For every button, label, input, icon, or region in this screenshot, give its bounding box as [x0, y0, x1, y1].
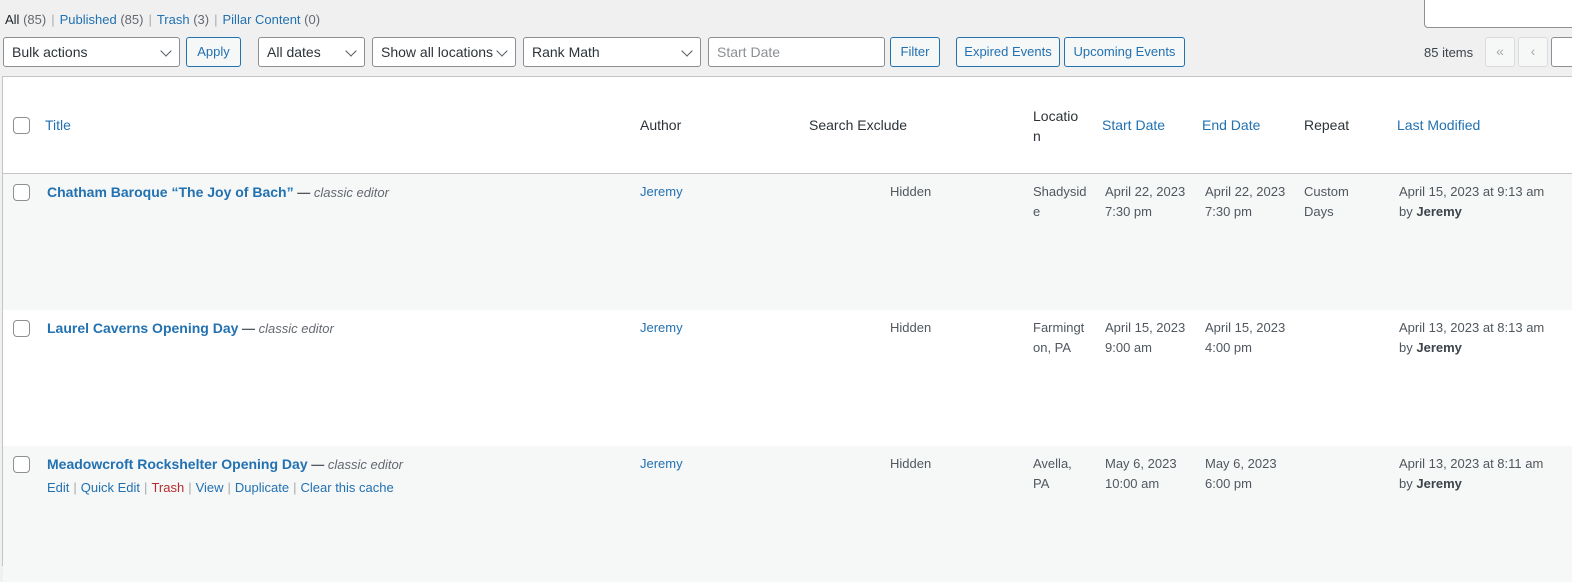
separator: | [51, 12, 55, 27]
start-date-input[interactable]: Start Date [708, 37, 885, 67]
row-repeat: Custom Days [1304, 184, 1349, 219]
dates-select[interactable]: All dates [258, 37, 365, 67]
items-count: 85 items [1424, 45, 1474, 60]
row-checkbox[interactable] [13, 184, 30, 201]
row-location: Shadysid e [1033, 184, 1087, 219]
row-title-cell: Laurel Caverns Opening Day — classic edi… [47, 320, 334, 336]
expired-events-button[interactable]: Expired Events [956, 37, 1060, 67]
row-end-date: April 22, 2023 7:30 pm [1205, 184, 1286, 219]
select-all-checkbox[interactable] [13, 117, 30, 134]
upcoming-events-button[interactable]: Upcoming Events [1064, 37, 1185, 67]
table-row: Meadowcroft Rockshelter Opening Day — cl… [3, 446, 1572, 582]
apply-button[interactable]: Apply [186, 37, 241, 67]
separator: | [148, 12, 152, 27]
row-author-link[interactable]: Jeremy [640, 318, 683, 338]
column-end-date[interactable]: End Date [1202, 115, 1260, 135]
table-header: Title Author Search Exclude Locatio n Sta… [3, 77, 1572, 174]
prev-page-button: ‹ [1518, 37, 1548, 67]
filter-published[interactable]: Published (85) [60, 12, 144, 27]
row-actions: Edit | Quick Edit | Trash | View | Duplicate | Cle… [47, 480, 394, 495]
locations-select[interactable]: Show all locations [372, 37, 516, 67]
separator: | [214, 12, 218, 27]
row-checkbox[interactable] [13, 456, 30, 473]
row-location: Avella, PA [1033, 456, 1072, 491]
page-number-input[interactable] [1551, 37, 1572, 67]
events-table: Title Author Search Exclude Locatio n Sta… [2, 76, 1572, 582]
clear-cache-link[interactable]: Clear this cache [301, 480, 394, 495]
seo-filter-select[interactable]: Rank Math [523, 37, 701, 67]
post-state: classic editor [327, 457, 403, 472]
row-title-cell: Meadowcroft Rockshelter Opening Day — cl… [47, 456, 403, 472]
row-start-date: April 15, 2023 9:00 am [1105, 320, 1186, 355]
chevron-down-icon [160, 45, 172, 57]
view-link[interactable]: View [196, 480, 224, 495]
column-author: Author [640, 117, 682, 133]
row-author-link[interactable]: Jeremy [640, 182, 683, 202]
filter-all[interactable]: All (85) [5, 12, 46, 27]
row-last-modified: April 13, 2023 at 8:13 am by Jeremy [1399, 320, 1545, 355]
row-author-link[interactable]: Jeremy [640, 454, 683, 474]
row-search-exclude: Hidden [890, 320, 932, 335]
table-row: Chatham Baroque “The Joy of Bach” — clas… [3, 174, 1572, 310]
row-location: Farmingt on, PA [1033, 320, 1085, 355]
post-state: classic editor [258, 321, 334, 336]
row-title-link[interactable]: Laurel Caverns Opening Day [47, 320, 238, 336]
table-row: Laurel Caverns Opening Day — classic edi… [3, 310, 1572, 446]
search-input[interactable] [1424, 0, 1572, 28]
post-state: classic editor [313, 185, 389, 200]
quick-edit-link[interactable]: Quick Edit [81, 480, 140, 495]
chevron-down-icon [681, 45, 693, 57]
column-repeat: Repeat [1304, 117, 1350, 133]
row-search-exclude: Hidden [890, 456, 932, 471]
row-last-modified: April 15, 2023 at 9:13 am by Jeremy [1399, 184, 1545, 219]
chevron-down-icon [496, 45, 508, 57]
row-title-cell: Chatham Baroque “The Joy of Bach” — clas… [47, 184, 389, 200]
bulk-actions-select[interactable]: Bulk actions [3, 37, 180, 67]
column-last-modified[interactable]: Last Modified [1397, 115, 1480, 135]
row-checkbox[interactable] [13, 320, 30, 337]
chevron-down-icon [345, 45, 357, 57]
row-last-modified: April 13, 2023 at 8:11 am by Jeremy [1399, 456, 1544, 491]
row-search-exclude: Hidden [890, 184, 932, 199]
row-end-date: April 15, 2023 4:00 pm [1205, 320, 1286, 355]
column-search-exclude: Search Exclude [809, 117, 908, 133]
column-title[interactable]: Title [45, 115, 71, 135]
column-start-date[interactable]: Start Date [1102, 115, 1165, 135]
row-start-date: May 6, 2023 10:00 am [1105, 456, 1177, 491]
first-page-button: « [1485, 37, 1515, 67]
status-filters: All (85) | Published (85) | Trash (3) | Pillar… [5, 12, 320, 27]
row-end-date: May 6, 2023 6:00 pm [1205, 456, 1277, 491]
tablenav-top: Bulk actions Apply All dates Show all lo… [0, 37, 1572, 67]
filter-button[interactable]: Filter [890, 37, 940, 67]
edit-link[interactable]: Edit [47, 480, 69, 495]
row-title-link[interactable]: Meadowcroft Rockshelter Opening Day [47, 456, 308, 472]
filter-pillar-content[interactable]: Pillar Content (0) [223, 12, 321, 27]
trash-link[interactable]: Trash [151, 480, 184, 495]
duplicate-link[interactable]: Duplicate [235, 480, 289, 495]
row-title-link[interactable]: Chatham Baroque “The Joy of Bach” [47, 184, 294, 200]
row-start-date: April 22, 2023 7:30 pm [1105, 184, 1186, 219]
column-location: Locatio n [1033, 108, 1079, 144]
filter-trash[interactable]: Trash (3) [157, 12, 209, 27]
